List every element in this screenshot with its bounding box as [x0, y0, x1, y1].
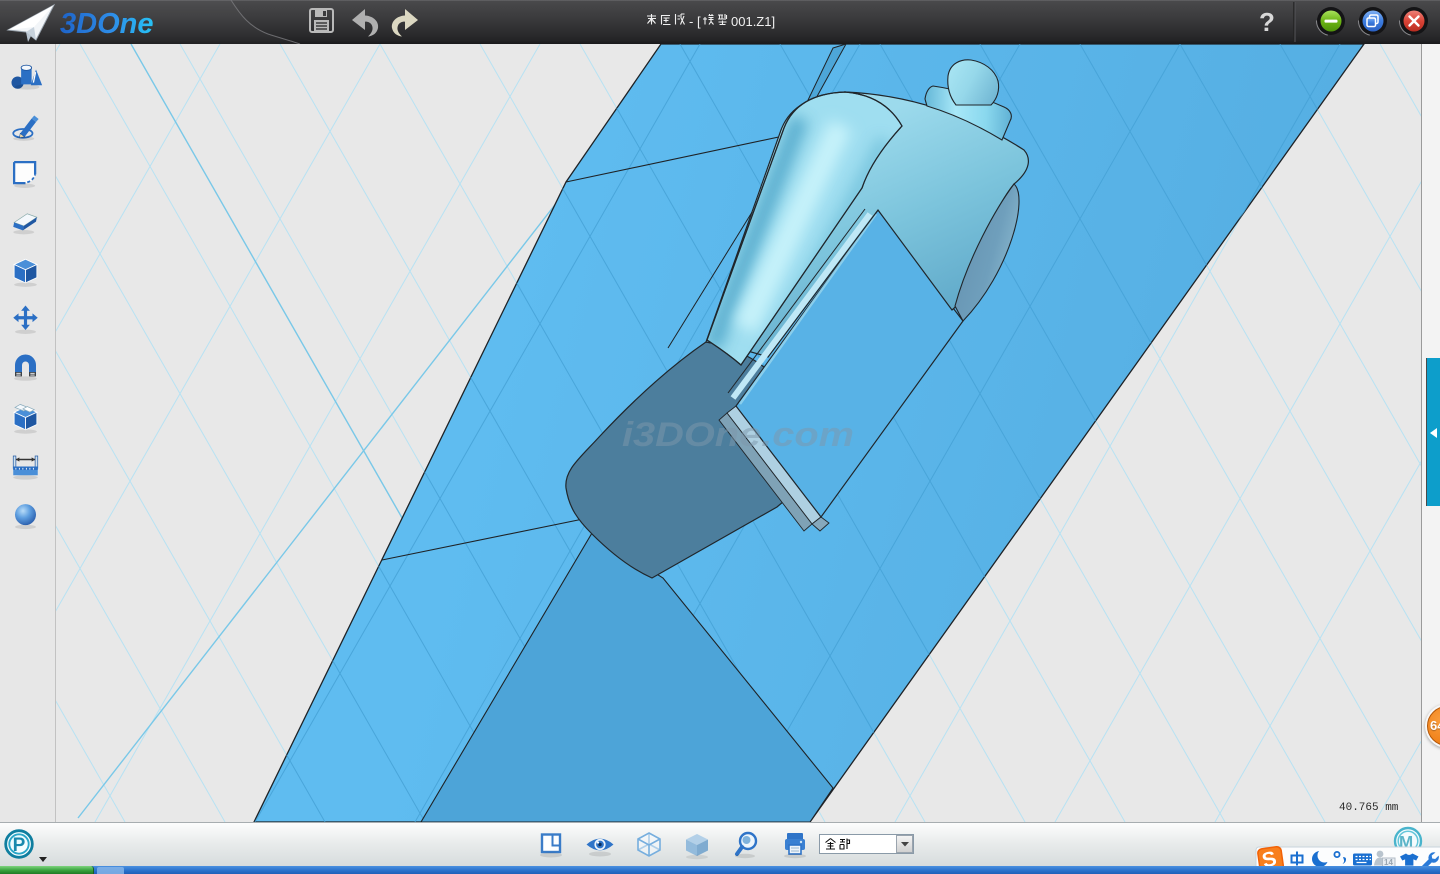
svg-text:40.765 mm: 40.765 mm: [1339, 802, 1399, 814]
svg-text:- [: - [: [689, 14, 701, 29]
svg-text:001.Z1]: 001.Z1]: [731, 14, 775, 29]
svg-text:i3DOne.com: i3DOne.com: [622, 416, 854, 454]
svg-text:?: ?: [1259, 7, 1275, 37]
svg-text:3DOne: 3DOne: [60, 8, 153, 40]
